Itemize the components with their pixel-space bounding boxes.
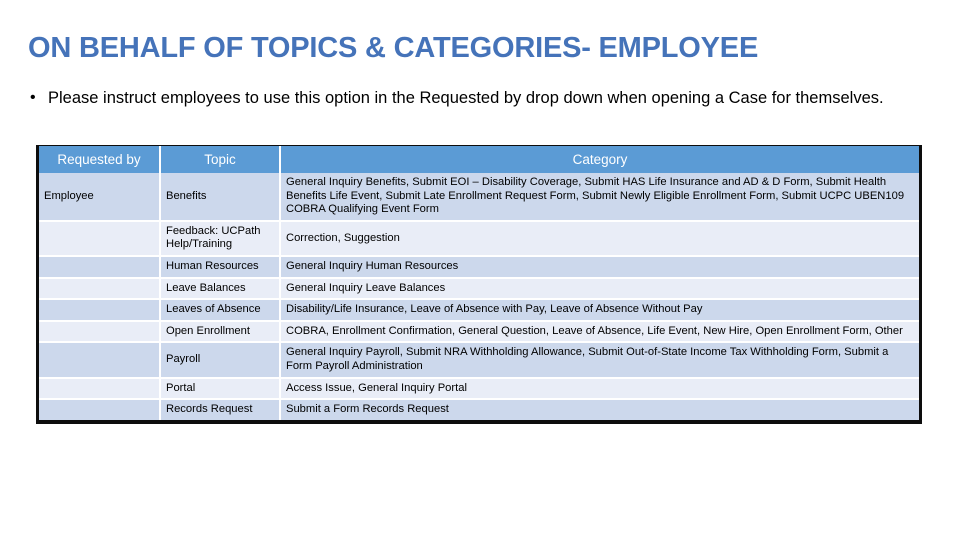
cell-topic: Records Request xyxy=(160,399,281,420)
cell-requested-by xyxy=(39,220,161,257)
cell-topic: Payroll xyxy=(160,342,281,379)
list-item: • Please instruct employees to use this … xyxy=(30,86,920,110)
page-title: ON BEHALF OF TOPICS & CATEGORIES- EMPLOY… xyxy=(28,32,759,64)
cell-topic: Open Enrollment xyxy=(160,320,281,344)
cell-requested-by: Employee xyxy=(39,173,161,222)
table-row: Feedback: UCPath Help/Training Correctio… xyxy=(39,220,919,257)
table-row: Human Resources General Inquiry Human Re… xyxy=(39,255,919,279)
cell-category: COBRA, Enrollment Confirmation, General … xyxy=(280,320,919,344)
cell-topic: Human Resources xyxy=(160,255,281,279)
cell-category: Access Issue, General Inquiry Portal xyxy=(280,377,919,401)
cell-requested-by xyxy=(39,320,161,344)
cell-requested-by xyxy=(39,277,161,301)
cell-topic: Feedback: UCPath Help/Training xyxy=(160,220,281,257)
bullet-text: Please instruct employees to use this op… xyxy=(48,89,884,107)
column-header-topic: Topic xyxy=(160,146,281,173)
table-row: Payroll General Inquiry Payroll, Submit … xyxy=(39,342,919,379)
table-row: Employee Benefits General Inquiry Benefi… xyxy=(39,173,919,222)
column-header-category: Category xyxy=(280,146,919,173)
cell-requested-by xyxy=(39,342,161,379)
table-row: Records Request Submit a Form Records Re… xyxy=(39,399,919,420)
table-row: Portal Access Issue, General Inquiry Por… xyxy=(39,377,919,401)
cell-topic: Benefits xyxy=(160,173,281,222)
cell-category: General Inquiry Benefits, Submit EOI – D… xyxy=(280,173,919,222)
cell-category: General Inquiry Payroll, Submit NRA With… xyxy=(280,342,919,379)
column-header-requested-by: Requested by xyxy=(39,146,161,173)
table-row: Leaves of Absence Disability/Life Insura… xyxy=(39,299,919,322)
cell-category: General Inquiry Human Resources xyxy=(280,255,919,279)
table-header-row: Requested by Topic Category xyxy=(39,146,919,173)
bullet-list: • Please instruct employees to use this … xyxy=(30,86,920,110)
cell-category: Correction, Suggestion xyxy=(280,220,919,257)
cell-topic: Leaves of Absence xyxy=(160,299,281,322)
cell-requested-by xyxy=(39,377,161,401)
topics-categories-table: Requested by Topic Category Employee Ben… xyxy=(36,145,922,424)
table-row: Open Enrollment COBRA, Enrollment Confir… xyxy=(39,320,919,344)
table-body: Employee Benefits General Inquiry Benefi… xyxy=(39,173,919,420)
cell-category: General Inquiry Leave Balances xyxy=(280,277,919,301)
cell-topic: Leave Balances xyxy=(160,277,281,301)
cell-requested-by xyxy=(39,299,161,322)
cell-requested-by xyxy=(39,255,161,279)
bullet-dot-icon: • xyxy=(30,89,36,106)
slide-canvas: ON BEHALF OF TOPICS & CATEGORIES- EMPLOY… xyxy=(0,0,960,540)
cell-requested-by xyxy=(39,399,161,420)
table-row: Leave Balances General Inquiry Leave Bal… xyxy=(39,277,919,301)
table-header: Requested by Topic Category xyxy=(39,146,919,173)
cell-category: Disability/Life Insurance, Leave of Abse… xyxy=(280,299,919,322)
cell-topic: Portal xyxy=(160,377,281,401)
cell-category: Submit a Form Records Request xyxy=(280,399,919,420)
